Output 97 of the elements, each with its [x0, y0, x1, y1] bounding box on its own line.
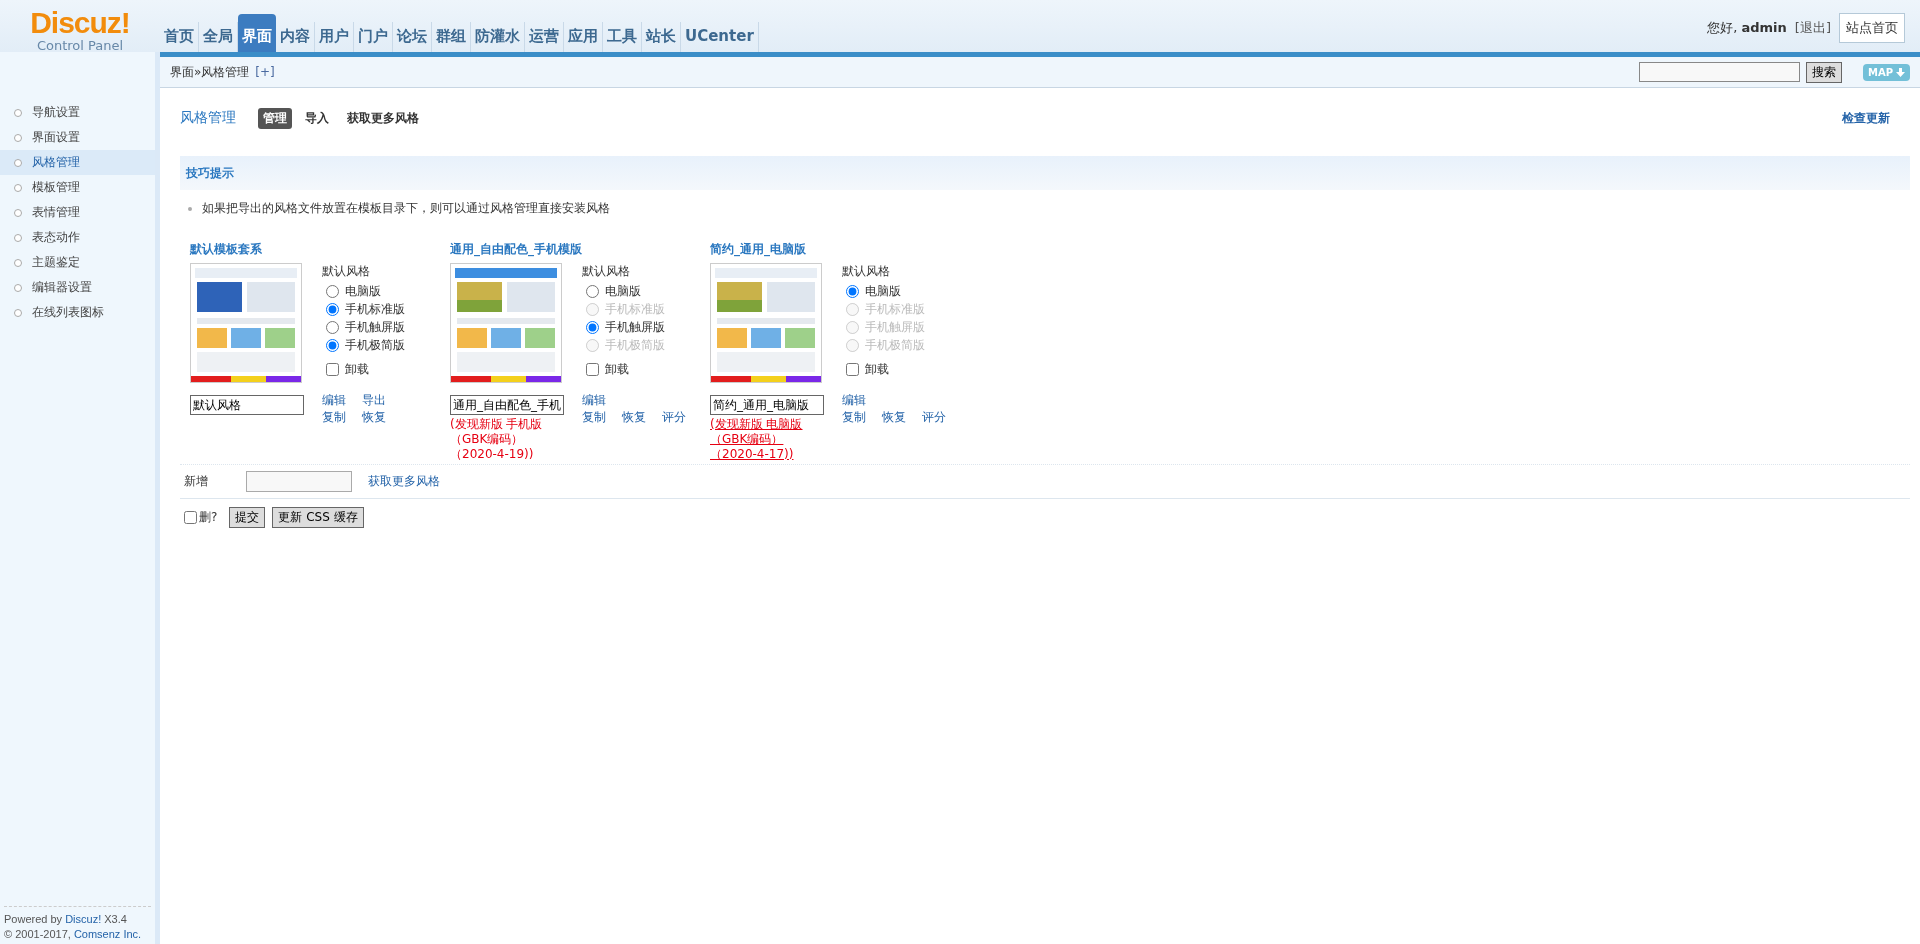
uninstall-label: 卸载	[865, 360, 889, 378]
group-label: 默认风格	[322, 263, 371, 280]
copyright-text: © 2001-2017, Comsenz Inc.	[4, 928, 143, 940]
sidebar-item[interactable]: 界面设置	[0, 125, 155, 150]
uninstall-label: 卸载	[345, 360, 369, 378]
new-version-notice: (发现新版 手机版（GBK编码）（2020-4-19))	[450, 417, 544, 462]
nav-tab[interactable]: 应用	[564, 22, 603, 52]
add-label: 新增	[184, 473, 209, 490]
new-version-notice[interactable]: (发现新版 电脑版（GBK编码）（2020-4-17))	[710, 417, 830, 462]
action-link[interactable]: 评分	[922, 409, 946, 426]
option-label: 手机触屏版	[605, 318, 665, 336]
nav-tab[interactable]: 用户	[315, 22, 354, 52]
action-link[interactable]: 恢复	[362, 409, 386, 426]
breadcrumb: 界面»风格管理	[170, 63, 250, 81]
radio-button[interactable]	[326, 338, 339, 352]
new-style-field[interactable]	[246, 471, 352, 492]
tips-header: 技巧提示	[180, 156, 1910, 190]
option-label: 手机标准版	[865, 300, 925, 318]
nav-tab[interactable]: 论坛	[393, 22, 432, 52]
style-name-link[interactable]: 默认模板套系	[190, 241, 450, 259]
page-tab[interactable]: 导入	[300, 107, 334, 129]
powered-by-text: Powered by Discuz! X3.4	[4, 913, 128, 925]
option-label: 电脑版	[865, 282, 901, 300]
style-name-link[interactable]: 通用_自由配色_手机模版	[450, 241, 710, 259]
nav-tab[interactable]: UCenter	[681, 22, 759, 52]
option-label: 手机触屏版	[345, 318, 405, 336]
action-link[interactable]: 编辑	[322, 392, 346, 409]
action-link[interactable]: 复制	[322, 409, 346, 426]
style-name-field[interactable]: 默认风格	[190, 395, 304, 415]
tip-text: 如果把导出的风格文件放置在模板目录下，则可以通过风格管理直接安装风格	[202, 200, 610, 217]
action-link[interactable]: 评分	[662, 409, 686, 426]
sidebar-item[interactable]: 编辑器设置	[0, 275, 155, 300]
check-update-link[interactable]: 检查更新	[1842, 109, 1910, 127]
sidebar-item[interactable]: 模板管理	[0, 175, 155, 200]
action-link[interactable]: 复制	[582, 409, 606, 426]
radio-button[interactable]	[326, 284, 339, 298]
nav-tab[interactable]: 门户	[354, 22, 393, 52]
action-link[interactable]: 恢复	[882, 409, 906, 426]
radio-button[interactable]	[586, 284, 599, 298]
option-label: 电脑版	[605, 282, 641, 300]
style-name-link[interactable]: 简约_通用_电脑版	[710, 241, 970, 259]
add-shortcut-link[interactable]: [+]	[255, 65, 275, 79]
radio-button[interactable]	[326, 320, 339, 334]
style-name-field[interactable]: 通用_自由配色_手机	[450, 395, 564, 415]
radio-button[interactable]	[586, 320, 599, 334]
page-tab[interactable]: 获取更多风格	[342, 107, 424, 129]
checkbox[interactable]	[326, 362, 339, 376]
option-label: 手机极简版	[865, 336, 925, 354]
option-label: 手机标准版	[345, 300, 405, 318]
site-home-button[interactable]: 站点首页	[1839, 13, 1905, 43]
option-label: 手机极简版	[345, 336, 405, 354]
company-link[interactable]: Comsenz Inc.	[73, 928, 142, 940]
nav-tab[interactable]: 防灌水	[471, 22, 525, 52]
nav-tab[interactable]: 界面	[238, 14, 276, 52]
action-link[interactable]: 复制	[842, 409, 866, 426]
logout-link[interactable]: [退出]	[1794, 19, 1831, 37]
uninstall-label: 卸载	[605, 360, 629, 378]
page-title: 风格管理	[180, 109, 236, 127]
nav-tab[interactable]: 工具	[603, 22, 642, 52]
search-field[interactable]	[1638, 62, 1800, 82]
logo-subtitle: Control Panel	[36, 37, 124, 53]
sidebar-item[interactable]: 表态动作	[0, 225, 155, 250]
nav-tab[interactable]: 首页	[160, 22, 199, 52]
sidebar-item[interactable]: 风格管理	[0, 150, 155, 175]
delete-label: 删?	[199, 509, 218, 526]
action-link[interactable]: 恢复	[622, 409, 646, 426]
page-tab[interactable]: 管理	[258, 107, 292, 129]
option-label: 手机极简版	[605, 336, 665, 354]
nav-tab[interactable]: 站长	[642, 22, 681, 52]
action-link[interactable]: 编辑	[582, 392, 606, 409]
sidebar-item[interactable]: 主题鉴定	[0, 250, 155, 275]
brand-link[interactable]: Discuz!	[65, 913, 102, 925]
checkbox[interactable]	[586, 362, 599, 376]
nav-tab[interactable]: 内容	[276, 22, 315, 52]
group-label: 默认风格	[842, 263, 891, 280]
style-name-field[interactable]: 简约_通用_电脑版	[710, 395, 824, 415]
group-label: 默认风格	[582, 263, 631, 280]
get-more-styles-link[interactable]: 获取更多风格	[368, 473, 440, 490]
checkbox[interactable]	[184, 511, 197, 524]
form-button[interactable]: 提交	[229, 507, 266, 528]
nav-tab[interactable]: 群组	[432, 22, 471, 52]
search-button[interactable]: 搜索	[1805, 61, 1842, 83]
radio-button[interactable]	[326, 302, 339, 316]
option-label: 电脑版	[345, 282, 381, 300]
greeting-text: 您好, admin	[1707, 19, 1787, 37]
form-button[interactable]: 更新 CSS 缓存	[272, 507, 364, 528]
sidebar-item[interactable]: 表情管理	[0, 200, 155, 225]
nav-tab[interactable]: 运营	[525, 22, 564, 52]
sidebar-item[interactable]: 导航设置	[0, 100, 155, 125]
down-arrow-icon	[1896, 67, 1905, 77]
option-label: 手机标准版	[605, 300, 665, 318]
radio-button[interactable]	[846, 284, 859, 298]
action-link[interactable]: 导出	[362, 392, 386, 409]
option-label: 手机触屏版	[865, 318, 925, 336]
checkbox[interactable]	[846, 362, 859, 376]
action-link[interactable]: 编辑	[842, 392, 866, 409]
sidebar-item[interactable]: 在线列表图标	[0, 300, 155, 325]
